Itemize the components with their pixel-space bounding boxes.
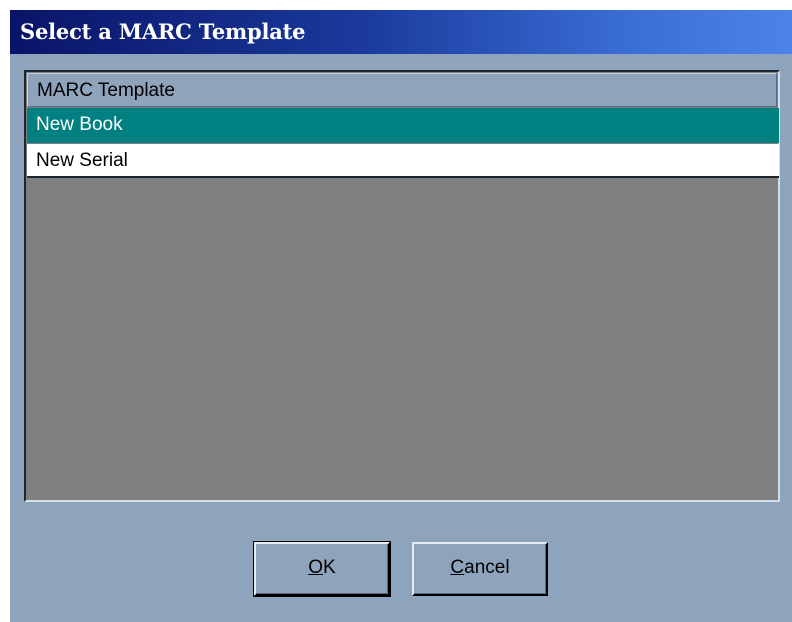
column-header-label: MARC Template — [37, 80, 175, 101]
list-item-label: New Book — [36, 114, 123, 135]
ok-button[interactable]: OK — [253, 541, 391, 597]
list-item-new-book[interactable]: New Book — [27, 108, 779, 143]
ok-accelerator: O — [308, 557, 324, 578]
cancel-label-rest: ancel — [464, 557, 510, 578]
cancel-button[interactable]: Cancel — [412, 542, 548, 596]
list-item-label: New Serial — [36, 150, 128, 171]
list-item-new-serial[interactable]: New Serial — [27, 144, 779, 178]
cancel-accelerator: C — [450, 557, 465, 578]
column-header-marc-template[interactable]: MARC Template — [27, 73, 777, 107]
select-marc-template-dialog: Select a MARC Template MARC Template New… — [10, 10, 792, 622]
ok-label-rest: K — [323, 557, 336, 578]
title-bar[interactable]: Select a MARC Template — [10, 10, 792, 54]
template-list[interactable]: MARC Template New Book New Serial — [24, 70, 780, 502]
window-title: Select a MARC Template — [20, 19, 306, 44]
